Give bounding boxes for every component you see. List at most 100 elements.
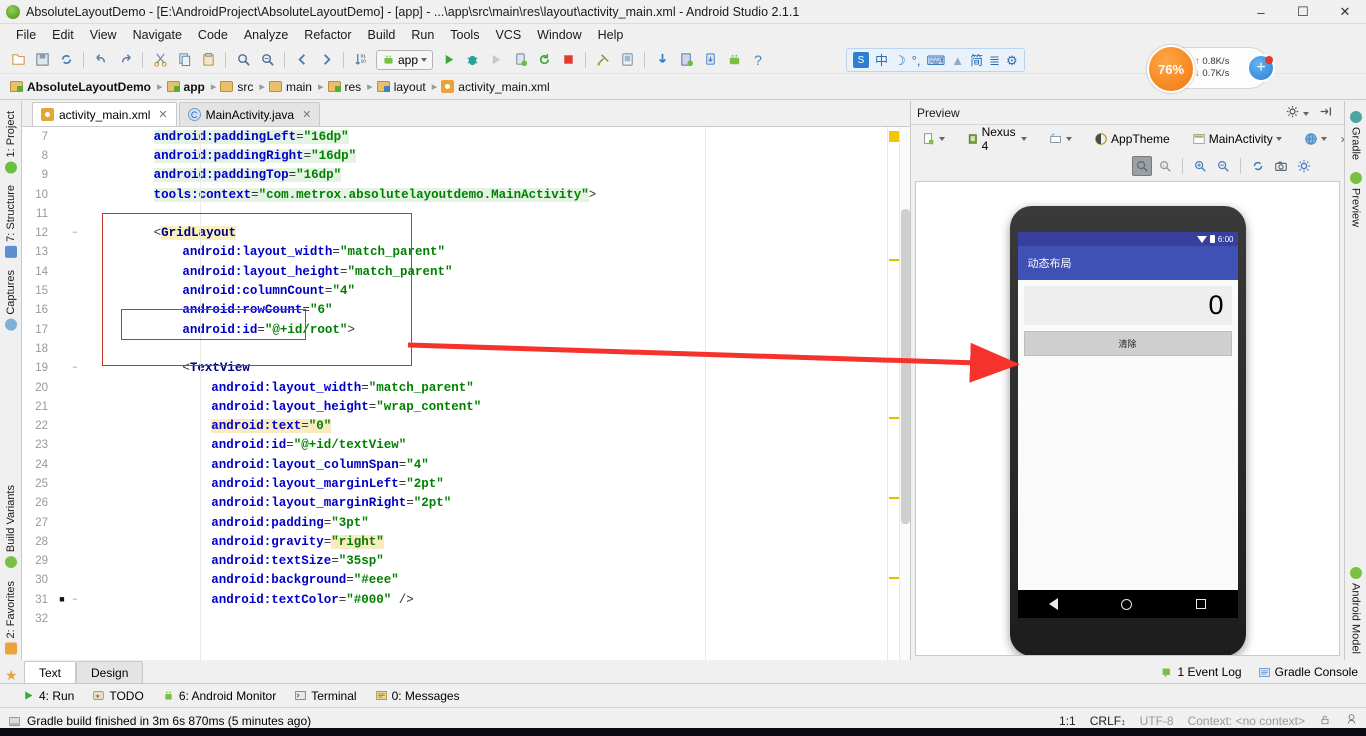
gear-icon[interactable]: [1286, 105, 1309, 121]
run-icon[interactable]: [437, 49, 459, 71]
paste-icon[interactable]: [197, 49, 219, 71]
tool-window-messages[interactable]: 0: Messages: [375, 689, 460, 703]
editor-tab-mainactivity-java[interactable]: C MainActivity.java ✕: [178, 102, 321, 126]
tool-window-terminal[interactable]: Terminal: [294, 689, 357, 703]
breadcrumb-item-res[interactable]: res: [324, 80, 368, 94]
locale-selector[interactable]: [1299, 130, 1332, 148]
device-config-button[interactable]: [917, 130, 950, 148]
activity-selector[interactable]: MainActivity: [1187, 130, 1287, 148]
sort-icon[interactable]: 01 10: [350, 49, 372, 71]
ime-punctuation-icon[interactable]: °,: [912, 54, 921, 67]
hide-panel-icon[interactable]: [1319, 105, 1332, 121]
context-indicator[interactable]: Context: <no context>: [1188, 714, 1305, 728]
breadcrumb-item-file[interactable]: activity_main.xml: [437, 80, 555, 94]
ime-keyboard-icon[interactable]: ⌨: [926, 54, 945, 67]
close-icon[interactable]: ✕: [302, 108, 311, 121]
menu-edit[interactable]: Edit: [44, 26, 82, 44]
code-line[interactable]: 26 android:layout_marginRight="2pt": [22, 494, 887, 513]
sidebar-item-gradle[interactable]: Gradle: [1349, 105, 1362, 166]
event-log-button[interactable]: 1 Event Log: [1161, 665, 1242, 679]
open-file-icon[interactable]: [7, 49, 29, 71]
avd-manager-icon[interactable]: [616, 49, 638, 71]
fold-marker[interactable]: −: [68, 228, 82, 238]
zoom-in-icon[interactable]: [1190, 156, 1210, 176]
sidebar-item-structure[interactable]: 7: Structure: [4, 179, 17, 264]
breadcrumb-item-layout[interactable]: layout: [373, 80, 432, 94]
find-icon[interactable]: [232, 49, 254, 71]
back-icon[interactable]: [1049, 598, 1059, 610]
run-configuration-selector[interactable]: app: [376, 49, 434, 70]
device-screen[interactable]: 6:00 动态布局 0 清除: [1017, 232, 1238, 618]
close-icon[interactable]: ✕: [158, 108, 167, 121]
close-button[interactable]: ✕: [1324, 0, 1366, 24]
maximize-button[interactable]: ☐: [1282, 0, 1324, 24]
sync-icon[interactable]: [55, 49, 77, 71]
android-device-monitor-icon[interactable]: [723, 49, 745, 71]
code-line[interactable]: 17 android:id="@+id/root">: [22, 320, 887, 339]
breakpoint-gutter[interactable]: ■: [56, 595, 68, 605]
readonly-lock-icon[interactable]: [1319, 714, 1331, 729]
menu-code[interactable]: Code: [190, 26, 236, 44]
warning-marker[interactable]: [889, 497, 899, 499]
screenshot-icon[interactable]: [1271, 156, 1291, 176]
code-line[interactable]: 31 ■ − android:textColor="#000" />: [22, 590, 887, 609]
code-line[interactable]: 19 − <TextView: [22, 359, 887, 378]
code-line[interactable]: 11: [22, 204, 887, 223]
code-line[interactable]: 13 android:layout_width="match_parent": [22, 243, 887, 262]
warning-marker[interactable]: [889, 417, 899, 419]
instant-run-icon[interactable]: [533, 49, 555, 71]
zoom-fit-icon[interactable]: [1132, 156, 1152, 176]
network-monitor-widget[interactable]: 76% ↑ 0.8K/s ↓ 0.7K/s +: [1147, 45, 1275, 93]
help-icon[interactable]: ?: [747, 49, 769, 71]
device-selector[interactable]: Nexus 4: [962, 123, 1032, 155]
stop-icon[interactable]: [557, 49, 579, 71]
sidebar-item-favorites[interactable]: 2: Favorites: [4, 575, 17, 660]
preview-canvas[interactable]: 6:00 动态布局 0 清除: [915, 181, 1340, 656]
menu-file[interactable]: File: [8, 26, 44, 44]
code-line[interactable]: 30 android:background="#eee": [22, 571, 887, 590]
code-line[interactable]: 18: [22, 339, 887, 358]
code-line[interactable]: 7 android:paddingLeft="16dp": [22, 127, 887, 146]
editor-tab-activity-main-xml[interactable]: activity_main.xml ✕: [32, 102, 177, 126]
breadcrumb-item-app[interactable]: app: [163, 80, 211, 94]
back-navigate-icon[interactable]: [291, 49, 313, 71]
zoom-out-icon[interactable]: [1213, 156, 1233, 176]
sidebar-item-preview[interactable]: Preview: [1349, 166, 1362, 233]
line-separator[interactable]: CRLF↕: [1090, 714, 1126, 728]
code-line[interactable]: 29 android:textSize="35sp": [22, 552, 887, 571]
gradle-console-button[interactable]: Gradle Console: [1258, 665, 1358, 679]
breadcrumb-item-src[interactable]: src: [216, 80, 259, 94]
tool-window-todo[interactable]: ★ TODO: [92, 689, 144, 703]
undo-icon[interactable]: [90, 49, 112, 71]
attach-debugger-icon[interactable]: [509, 49, 531, 71]
code-line[interactable]: 10 tools:context="com.metrox.absolutelayo…: [22, 185, 887, 204]
error-marker-bar[interactable]: [887, 127, 899, 660]
recents-icon[interactable]: [1195, 599, 1206, 609]
code-line[interactable]: 15 android:columnCount="4": [22, 281, 887, 300]
avd-run-icon[interactable]: [699, 49, 721, 71]
network-expand-button[interactable]: +: [1247, 54, 1275, 82]
code-line[interactable]: 20 android:layout_width="match_parent": [22, 378, 887, 397]
ime-moon-icon[interactable]: ☽: [894, 54, 906, 67]
code-line[interactable]: 8 android:paddingRight="16dp": [22, 146, 887, 165]
menu-help[interactable]: Help: [590, 26, 632, 44]
tool-window-android-monitor[interactable]: 6: Android Monitor: [162, 689, 276, 703]
ime-user-icon[interactable]: ▲: [951, 54, 964, 67]
redo-icon[interactable]: [114, 49, 136, 71]
code-line[interactable]: 32: [22, 609, 887, 628]
ime-settings-icon[interactable]: ⚙: [1006, 54, 1018, 67]
debug-icon[interactable]: [461, 49, 483, 71]
menu-refactor[interactable]: Refactor: [296, 26, 359, 44]
warning-marker[interactable]: [889, 131, 899, 142]
home-icon[interactable]: [1121, 598, 1133, 610]
scrollbar-thumb[interactable]: [901, 209, 910, 524]
menu-view[interactable]: View: [82, 26, 125, 44]
tab-text[interactable]: Text: [24, 661, 77, 683]
cut-icon[interactable]: [149, 49, 171, 71]
sidebar-item-build-variants[interactable]: Build Variants: [4, 479, 17, 574]
menu-window[interactable]: Window: [529, 26, 589, 44]
warning-marker[interactable]: [889, 577, 899, 579]
vcs-update-icon[interactable]: [651, 49, 673, 71]
code-line[interactable]: 23 android:id="@+id/textView": [22, 436, 887, 455]
sdk-manager-icon[interactable]: [592, 49, 614, 71]
